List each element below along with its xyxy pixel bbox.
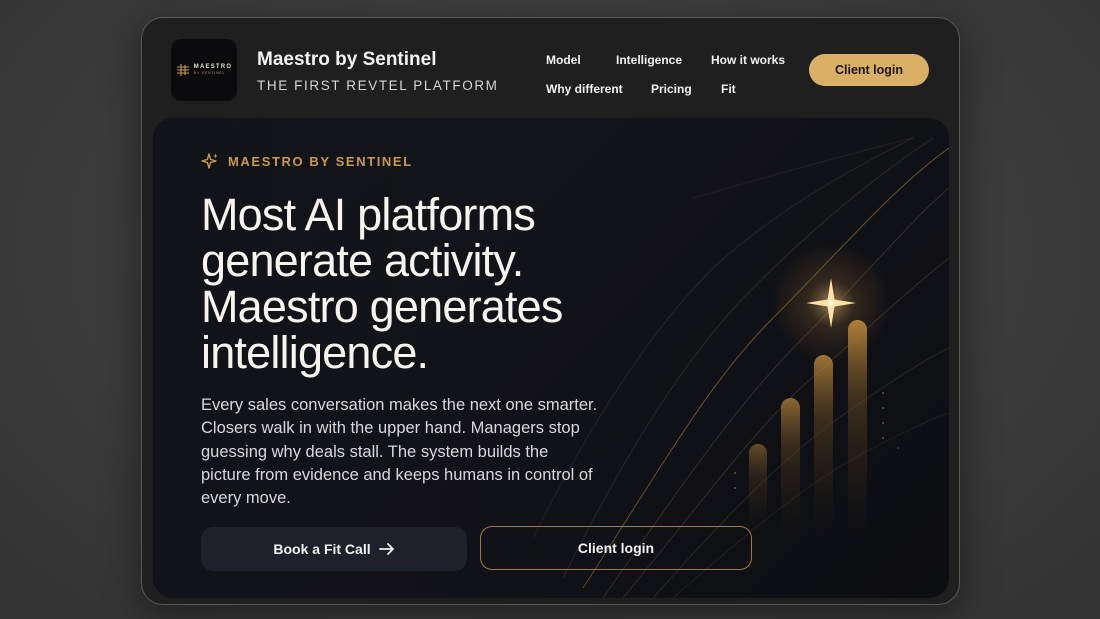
hero-headline: Most AI platforms generate activity. Mae… (201, 189, 563, 378)
hero-eyebrow: MAESTRO BY SENTINEL (201, 152, 413, 170)
hero-client-login-button[interactable]: Client login (480, 526, 752, 570)
decor-bar-2 (781, 398, 800, 534)
decor-bar-3 (814, 355, 833, 535)
arrow-right-icon (378, 543, 394, 555)
nav-link-pricing[interactable]: Pricing (651, 82, 692, 96)
book-fit-call-label: Book a Fit Call (273, 541, 371, 557)
decor-bar-1 (749, 444, 767, 534)
decor-bar-4 (848, 320, 867, 535)
brand-subtitle: THE FIRST REVTEL PLATFORM (257, 78, 499, 93)
hero-body-text: Every sales conversation makes the next … (201, 396, 598, 508)
header-client-login-button[interactable]: Client login (809, 54, 929, 86)
book-fit-call-button[interactable]: Book a Fit Call (201, 527, 467, 571)
brand-title: Maestro by Sentinel (257, 49, 437, 70)
logo-mark: MAESTRO BY SENTINEL (176, 63, 232, 77)
hero-section: MAESTRO BY SENTINEL Most AI platforms ge… (153, 118, 949, 598)
nav-link-fit[interactable]: Fit (721, 82, 736, 96)
nav-link-intelligence[interactable]: Intelligence (616, 53, 682, 67)
sparkle-icon (201, 153, 218, 169)
app-window: MAESTRO BY SENTINEL Maestro by Sentinel … (141, 17, 960, 605)
nav-link-how-it-works[interactable]: How it works (711, 53, 785, 67)
logo-icon (176, 64, 189, 76)
logo-wordmark: MAESTRO (193, 64, 233, 71)
brand-logo[interactable]: MAESTRO BY SENTINEL (171, 39, 237, 101)
nav-link-why-different[interactable]: Why different (546, 82, 623, 96)
eyebrow-text: MAESTRO BY SENTINEL (228, 153, 413, 169)
nav-link-model[interactable]: Model (546, 53, 581, 67)
logo-byline: BY SENTINEL (193, 71, 226, 76)
